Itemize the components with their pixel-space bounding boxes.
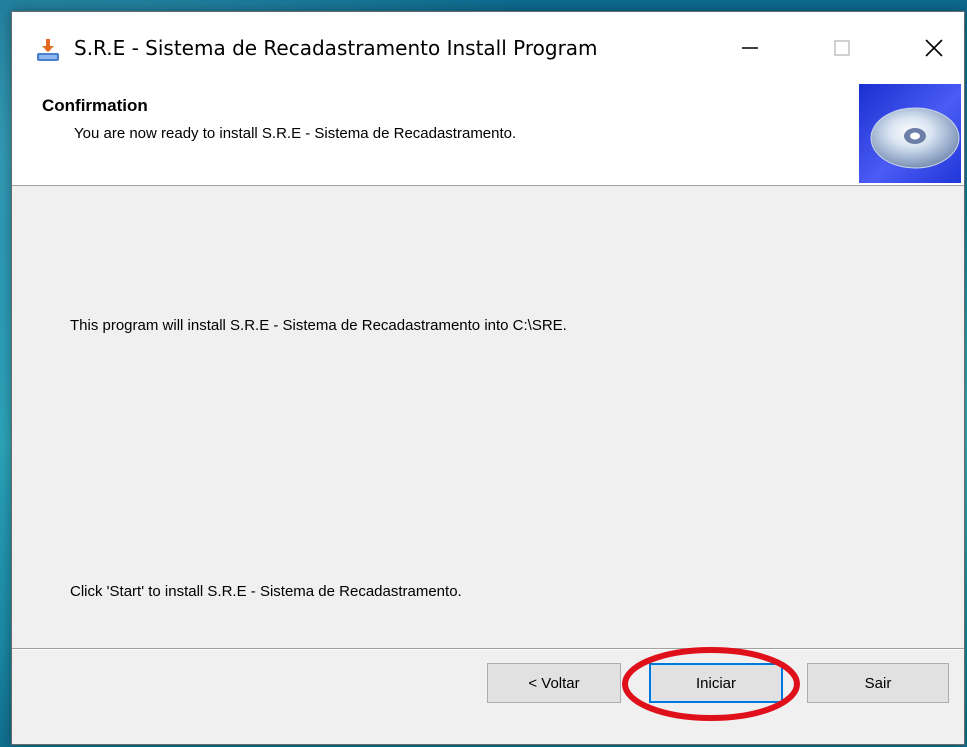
footer-divider xyxy=(12,648,964,650)
start-instruction-text: Click 'Start' to install S.R.E - Sistema… xyxy=(70,583,462,600)
installer-app-icon xyxy=(34,36,62,64)
back-button[interactable]: < Voltar xyxy=(487,663,621,703)
maximize-icon xyxy=(834,40,850,56)
close-button[interactable] xyxy=(904,26,964,70)
close-icon xyxy=(925,39,943,57)
window-title: S.R.E - Sistema de Recadastramento Insta… xyxy=(74,36,598,60)
minimize-button[interactable] xyxy=(720,26,780,70)
minimize-icon xyxy=(742,47,758,49)
start-button[interactable]: Iniciar xyxy=(649,663,783,703)
cd-disc-icon xyxy=(859,84,961,183)
exit-button[interactable]: Sair xyxy=(807,663,949,703)
page-subtitle: You are now ready to install S.R.E - Sis… xyxy=(74,125,517,142)
maximize-button[interactable] xyxy=(812,26,872,70)
page-title: Confirmation xyxy=(42,96,148,115)
header-panel: Confirmation You are now ready to instal… xyxy=(12,82,964,186)
install-path-text: This program will install S.R.E - Sistem… xyxy=(70,317,567,334)
title-bar[interactable]: S.R.E - Sistema de Recadastramento Insta… xyxy=(12,12,964,82)
installer-window: S.R.E - Sistema de Recadastramento Insta… xyxy=(11,11,965,745)
